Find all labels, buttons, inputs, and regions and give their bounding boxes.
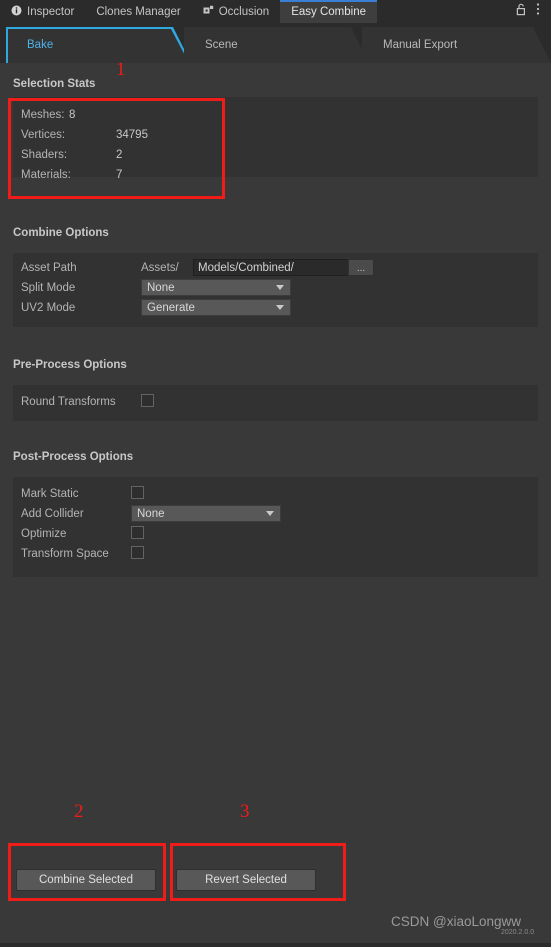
tab-scene[interactable]: Scene bbox=[184, 27, 369, 63]
optimize-checkbox[interactable] bbox=[131, 526, 144, 539]
add-collider-dropdown[interactable]: None bbox=[131, 505, 281, 522]
uv2-mode-value: Generate bbox=[147, 301, 195, 314]
window-tab-label: Easy Combine bbox=[291, 5, 366, 18]
chevron-down-icon bbox=[276, 285, 284, 290]
window-tab-easy-combine[interactable]: Easy Combine bbox=[280, 0, 377, 23]
pre-process-options-group: Round Transforms bbox=[13, 385, 538, 421]
section-title-selection-stats: Selection Stats bbox=[13, 78, 96, 90]
split-mode-dropdown[interactable]: None bbox=[141, 279, 291, 296]
section-title-pre-process-options: Pre-Process Options bbox=[13, 359, 127, 371]
window-tab-label: Occlusion bbox=[218, 5, 270, 18]
field-label-add-collider: Add Collider bbox=[21, 508, 84, 520]
field-label-transform-space: Transform Space bbox=[21, 548, 109, 560]
window-tab-label: Clones Manager bbox=[96, 5, 181, 18]
info-icon bbox=[11, 5, 22, 19]
chevron-down-icon bbox=[276, 305, 284, 310]
tab-bake[interactable]: Bake bbox=[6, 27, 191, 63]
lock-icon[interactable] bbox=[515, 3, 527, 21]
version-label: 2020.2.0.0 bbox=[501, 929, 535, 936]
combine-options-group: Asset Path Assets/ Models/Combined/ ... … bbox=[13, 253, 538, 327]
window-tab-bar: Inspector Clones Manager Occlusion Easy … bbox=[0, 0, 551, 23]
post-process-options-group: Mark Static Add Collider None Optimize T… bbox=[13, 477, 538, 577]
section-title-combine-options: Combine Options bbox=[13, 227, 109, 239]
asset-path-prefix: Assets/ bbox=[141, 262, 179, 274]
tab-manual-export-label: Manual Export bbox=[383, 39, 458, 51]
field-label-optimize: Optimize bbox=[21, 528, 67, 540]
field-label-asset-path: Asset Path bbox=[21, 262, 77, 274]
bottom-status-bar bbox=[0, 943, 551, 947]
revert-selected-button[interactable]: Revert Selected bbox=[176, 869, 316, 891]
stat-label-shaders: Shaders: bbox=[21, 149, 68, 161]
selection-stats-group: Meshes: 8 Vertices: 34795 Shaders: 2 Mat… bbox=[13, 97, 538, 181]
asset-path-input[interactable]: Models/Combined/ bbox=[193, 259, 361, 276]
field-label-split-mode: Split Mode bbox=[21, 282, 76, 294]
window-tab-bar-icons bbox=[515, 0, 551, 23]
window-tab-label: Inspector bbox=[27, 5, 75, 18]
stat-label-materials: Materials: bbox=[21, 169, 71, 181]
uv2-mode-dropdown[interactable]: Generate bbox=[141, 299, 291, 316]
window-tab-clones-manager[interactable]: Clones Manager bbox=[85, 0, 191, 23]
stat-value-meshes: 8 bbox=[69, 109, 76, 121]
stat-value-shaders: 2 bbox=[116, 149, 123, 161]
annotation-number-2: 2 bbox=[74, 801, 84, 822]
field-label-mark-static: Mark Static bbox=[21, 488, 79, 500]
section-title-post-process-options: Post-Process Options bbox=[13, 451, 134, 463]
add-collider-value: None bbox=[137, 507, 165, 520]
tab-manual-export[interactable]: Manual Export bbox=[362, 27, 551, 63]
kebab-menu-icon[interactable] bbox=[536, 2, 540, 21]
field-label-uv2-mode: UV2 Mode bbox=[21, 302, 76, 314]
tab-bake-label: Bake bbox=[27, 39, 54, 51]
occlusion-icon bbox=[203, 5, 214, 19]
stat-value-materials: 7 bbox=[116, 169, 123, 181]
asset-path-browse-button[interactable]: ... bbox=[348, 259, 374, 276]
combine-selected-button[interactable]: Combine Selected bbox=[16, 869, 156, 891]
watermark-text: CSDN @xiaoLongww bbox=[391, 914, 522, 929]
split-mode-value: None bbox=[147, 281, 175, 294]
field-label-round-transforms: Round Transforms bbox=[21, 396, 116, 408]
stat-value-vertices: 34795 bbox=[116, 129, 148, 141]
mark-static-checkbox[interactable] bbox=[131, 486, 144, 499]
chevron-down-icon bbox=[266, 511, 274, 516]
tab-scene-label: Scene bbox=[205, 39, 238, 51]
stat-label-vertices: Vertices: bbox=[21, 129, 66, 141]
subtab-strip: Bake Scene Manual Export bbox=[0, 23, 551, 63]
transform-space-checkbox[interactable] bbox=[131, 546, 144, 559]
window-tab-occlusion[interactable]: Occlusion bbox=[192, 0, 281, 23]
stat-label-meshes: Meshes: bbox=[21, 109, 65, 121]
unity-easy-combine-window: Inspector Clones Manager Occlusion Easy … bbox=[0, 0, 551, 947]
round-transforms-checkbox[interactable] bbox=[141, 394, 154, 407]
annotation-number-3: 3 bbox=[240, 801, 250, 822]
annotation-number-1: 1 bbox=[116, 59, 126, 80]
window-tab-inspector[interactable]: Inspector bbox=[0, 0, 85, 23]
